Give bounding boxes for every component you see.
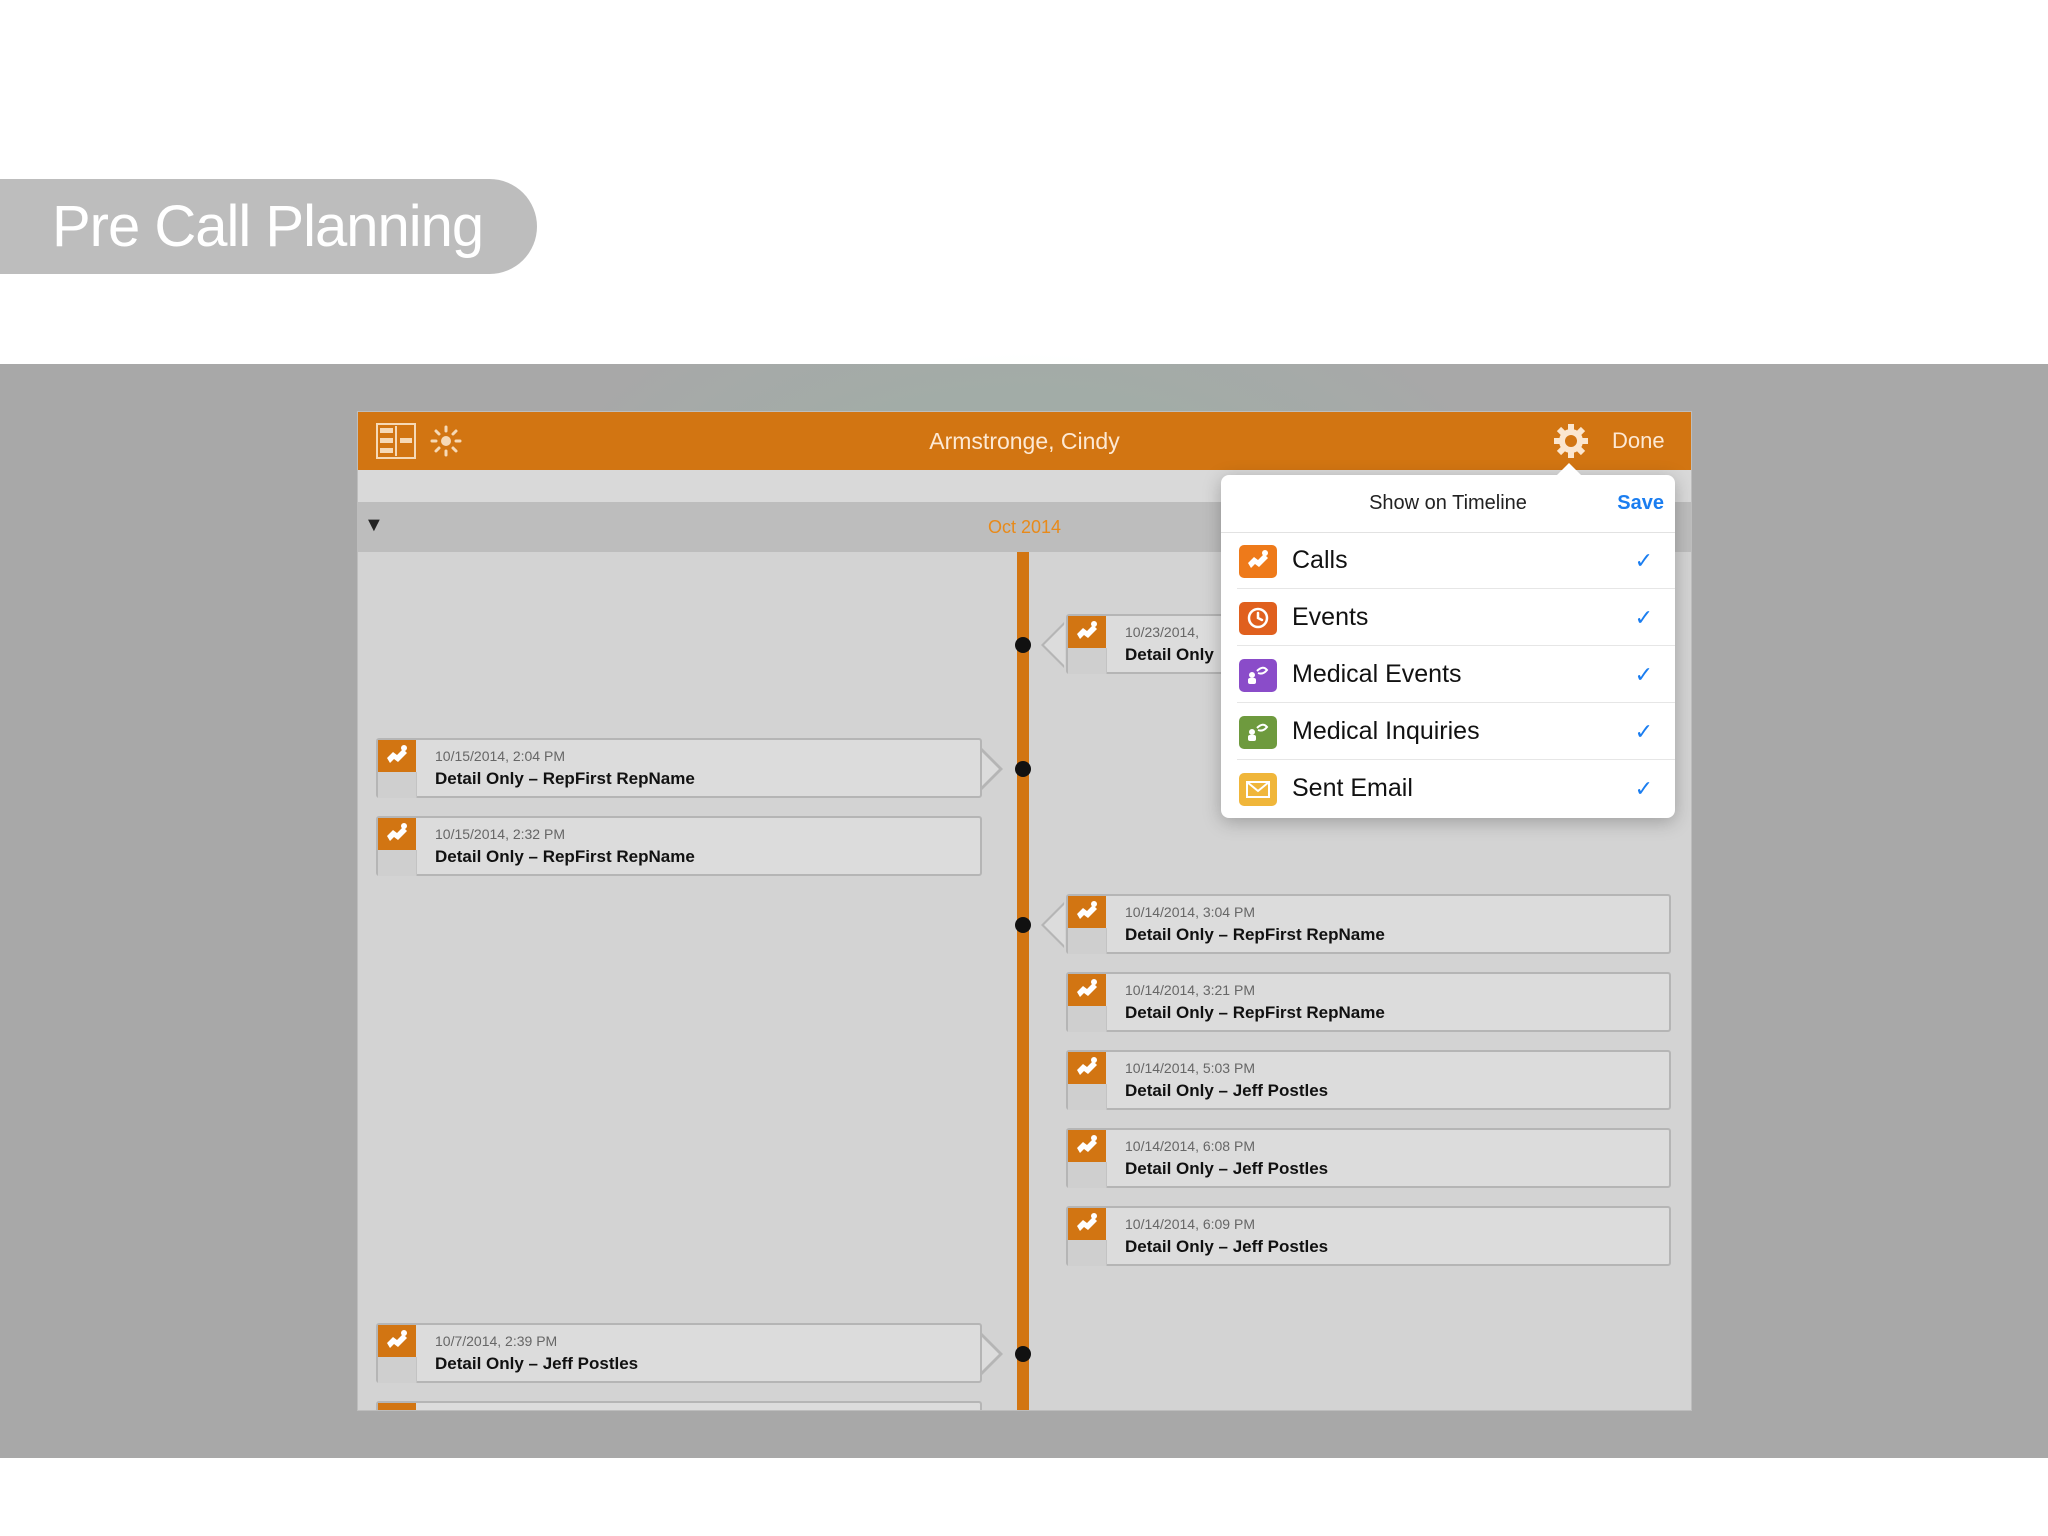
card-date: 10/14/2014, 5:03 PM [1125, 1060, 1255, 1076]
calls-icon [1239, 545, 1277, 578]
card-date: 10/23/2014, [1125, 624, 1199, 640]
card-icon-strip [1068, 1006, 1107, 1032]
save-button[interactable]: Save [1617, 475, 1664, 532]
card-date: 10/15/2014, 2:04 PM [435, 748, 565, 764]
clock-icon [1239, 602, 1277, 635]
medical-events-icon [1239, 659, 1277, 692]
card-date: 10/14/2014, 6:08 PM [1125, 1138, 1255, 1154]
card-icon-strip [1068, 1240, 1107, 1266]
popover-header: Show on Timeline Save [1221, 475, 1675, 533]
timeline-card-left[interactable]: 10/7/2014, 2:39 PM Detail Only – Jeff Po… [376, 1323, 982, 1383]
card-title: Detail Only – Jeff Postles [1125, 1237, 1329, 1256]
show-on-timeline-popover: Show on Timeline Save Calls ✓ Events ✓ M… [1221, 463, 1675, 818]
card-title: Detail Only – Jeff Postles [1125, 1081, 1329, 1100]
card-date: 10/14/2014, 3:21 PM [1125, 982, 1255, 998]
filter-row-sent-email[interactable]: Sent Email ✓ [1221, 760, 1675, 817]
medical-inquiries-icon [1239, 716, 1277, 749]
call-icon [378, 1403, 416, 1410]
card-date: 10/14/2014, 6:09 PM [1125, 1216, 1255, 1232]
card-title: Detail Only – RepFirst RepName [1125, 925, 1385, 944]
filter-row-label: Events [1292, 603, 1369, 631]
card-title: Detail Only [1125, 645, 1214, 664]
timeline-card-left[interactable]: 10/15/2014, 2:32 PM Detail Only – RepFir… [376, 816, 982, 876]
timeline-card-left-partial[interactable] [376, 1401, 982, 1410]
card-icon-strip [1068, 928, 1107, 954]
card-pointer-fill [1044, 904, 1065, 946]
checkmark-icon: ✓ [1634, 776, 1653, 801]
section-title-pill: Pre Call Planning [0, 179, 537, 274]
contact-name-title: Armstronge, Cindy [929, 428, 1120, 454]
popover-title: Show on Timeline [1369, 492, 1527, 514]
card-icon-strip [378, 772, 417, 798]
filter-row-label: Calls [1292, 546, 1348, 574]
timeline-spine [1017, 552, 1029, 1410]
filter-row-label: Medical Inquiries [1292, 717, 1480, 745]
checkmark-icon: ✓ [1634, 719, 1653, 744]
timeline-dot [1015, 1346, 1031, 1362]
timeline-dot [1015, 637, 1031, 653]
timeline-card-left[interactable]: 10/15/2014, 2:04 PM Detail Only – RepFir… [376, 738, 982, 798]
card-title: Detail Only – RepFirst RepName [1125, 1003, 1385, 1022]
navigation-bar: Armstronge, Cindy Done [358, 412, 1691, 470]
call-icon [378, 1325, 416, 1357]
card-icon-strip [1068, 648, 1107, 674]
card-title: Detail Only – Jeff Postles [435, 1354, 639, 1373]
card-title: Detail Only – RepFirst RepName [435, 769, 695, 788]
call-icon [378, 818, 416, 850]
timeline-card-right[interactable]: 10/14/2014, 5:03 PM Detail Only – Jeff P… [1066, 1050, 1671, 1110]
call-icon [1068, 1130, 1106, 1162]
filter-row-medical-events[interactable]: Medical Events ✓ [1221, 646, 1675, 703]
card-date: 10/14/2014, 3:04 PM [1125, 904, 1255, 920]
call-icon [1068, 974, 1106, 1006]
card-title: Detail Only – Jeff Postles [1125, 1159, 1329, 1178]
card-icon-strip [378, 1357, 417, 1383]
done-button[interactable]: Done [1612, 412, 1665, 470]
checkmark-icon: ✓ [1634, 662, 1653, 687]
call-icon [1068, 1052, 1106, 1084]
call-icon [1068, 1208, 1106, 1240]
call-icon [1068, 616, 1106, 648]
timeline-card-right[interactable]: 10/14/2014, 3:04 PM Detail Only – RepFir… [1066, 894, 1671, 954]
timeline-dot [1015, 917, 1031, 933]
timeline-card-right[interactable]: 10/14/2014, 6:09 PM Detail Only – Jeff P… [1066, 1206, 1671, 1266]
section-title: Pre Call Planning [52, 194, 484, 259]
card-date: 10/15/2014, 2:32 PM [435, 826, 565, 842]
card-title: Detail Only – RepFirst RepName [435, 847, 695, 866]
card-icon-strip [378, 850, 417, 876]
filter-row-events[interactable]: Events ✓ [1221, 589, 1675, 646]
filter-row-label: Sent Email [1292, 774, 1413, 802]
card-date: 10/7/2014, 2:39 PM [435, 1333, 558, 1349]
card-icon-strip [1068, 1084, 1107, 1110]
envelope-icon [1239, 773, 1277, 806]
checkmark-icon: ✓ [1634, 548, 1653, 573]
gear-icon[interactable] [1553, 423, 1589, 459]
card-icon-strip [1068, 1162, 1107, 1188]
call-icon [378, 740, 416, 772]
timeline-dot [1015, 761, 1031, 777]
filter-row-medical-inquiries[interactable]: Medical Inquiries ✓ [1221, 703, 1675, 760]
filter-row-calls[interactable]: Calls ✓ [1221, 532, 1675, 589]
call-icon [1068, 896, 1106, 928]
card-pointer-fill [1044, 624, 1065, 666]
timeline-card-right[interactable]: 10/14/2014, 6:08 PM Detail Only – Jeff P… [1066, 1128, 1671, 1188]
filter-row-label: Medical Events [1292, 660, 1462, 688]
checkmark-icon: ✓ [1634, 605, 1653, 630]
timeline-card-right[interactable]: 10/14/2014, 3:21 PM Detail Only – RepFir… [1066, 972, 1671, 1032]
ipad-app-screen: Armstronge, Cindy Done ▼ Oct 2014 10/15/… [358, 412, 1691, 1410]
